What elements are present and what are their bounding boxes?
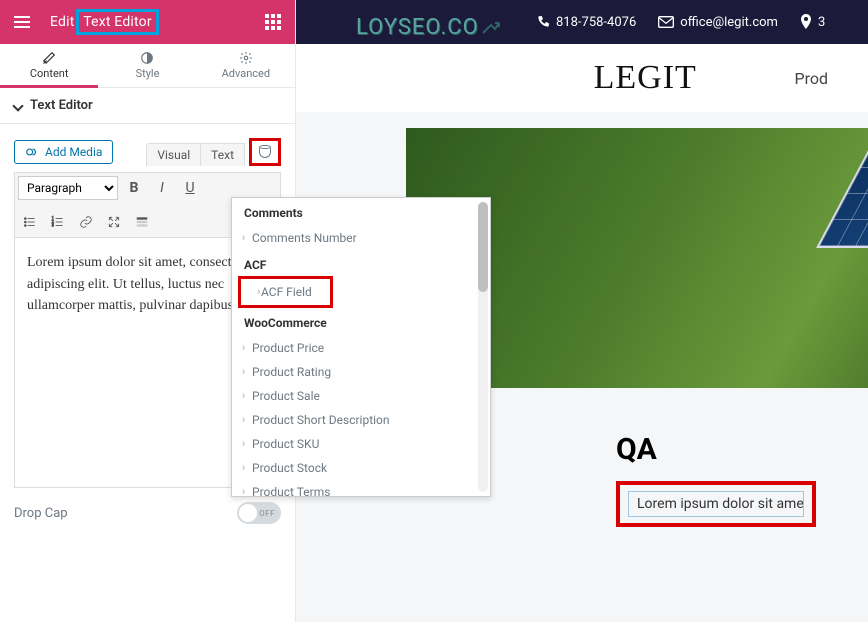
dyn-item-acf-field[interactable]: ACF Field — [247, 282, 320, 302]
preview-logo[interactable]: LEGIT — [594, 59, 697, 97]
dyn-item-product-terms[interactable]: Product Terms — [232, 480, 490, 497]
topbar-address[interactable]: 3 — [800, 14, 825, 30]
contrast-icon — [140, 51, 154, 65]
database-icon — [259, 145, 271, 159]
pencil-icon — [42, 51, 56, 65]
italic-button[interactable]: I — [150, 176, 174, 200]
toolbar-toggle-button[interactable] — [130, 210, 154, 234]
dyn-cat-woocommerce: WooCommerce — [232, 308, 490, 336]
header-title: Edit Text Editor — [44, 9, 165, 35]
editor-mode-tabs: Visual Text — [146, 138, 281, 166]
header-title-main: Text Editor — [76, 9, 159, 35]
header-title-prefix: Edit — [50, 14, 75, 30]
dyn-item-product-stock[interactable]: Product Stock — [232, 456, 490, 480]
dyn-item-product-short-desc[interactable]: Product Short Description — [232, 408, 490, 432]
qa-section: QA Lorem ipsum dolor sit amet, consect — [616, 432, 816, 527]
tab-advanced[interactable]: Advanced — [197, 44, 295, 87]
apps-button[interactable] — [251, 14, 295, 30]
dynamic-tags-menu: Comments Comments Number ACF ACF Field W… — [231, 197, 491, 497]
link-button[interactable] — [74, 210, 98, 234]
apps-icon — [265, 14, 281, 30]
dropcap-toggle[interactable]: OFF — [237, 502, 281, 524]
qa-highlight-box: Lorem ipsum dolor sit amet, consect — [616, 481, 816, 527]
underline-button[interactable]: U — [178, 176, 202, 200]
svg-text:3: 3 — [52, 223, 55, 228]
tab-advanced-label: Advanced — [222, 67, 270, 80]
watermark-arrow-icon — [481, 19, 501, 37]
location-icon — [800, 14, 812, 30]
dyn-item-product-price[interactable]: Product Price — [232, 336, 490, 360]
section-toggle[interactable]: Text Editor — [0, 88, 295, 124]
tab-style-label: Style — [136, 67, 160, 80]
topbar-email[interactable]: office@legit.com — [658, 15, 778, 30]
menu-icon[interactable] — [0, 16, 44, 28]
qa-heading: QA — [616, 432, 816, 467]
topbar-phone-text: 818-758-4076 — [556, 15, 636, 30]
toggle-knob — [239, 504, 257, 522]
topbar-phone[interactable]: 818-758-4076 — [536, 15, 636, 30]
mode-tab-visual[interactable]: Visual — [146, 143, 201, 166]
tab-style[interactable]: Style — [98, 44, 196, 87]
fullscreen-button[interactable] — [102, 210, 126, 234]
preview-nav-item[interactable]: Prod — [794, 69, 828, 88]
topbar-address-text: 3 — [818, 15, 825, 30]
dyn-item-product-sku[interactable]: Product SKU — [232, 432, 490, 456]
gear-icon — [239, 51, 253, 65]
preview-nav: Prod — [794, 69, 828, 88]
bulleted-list-button[interactable] — [18, 210, 42, 234]
dyn-item-product-sale[interactable]: Product Sale — [232, 384, 490, 408]
qa-text-editor-widget[interactable]: Lorem ipsum dolor sit amet, consect — [628, 491, 804, 517]
mode-tab-text[interactable]: Text — [201, 143, 245, 166]
chevron-down-icon — [12, 100, 23, 111]
editor-tabs: Content Style Advanced — [0, 44, 295, 88]
editor-toolbar-row: Add Media Visual Text — [14, 138, 281, 166]
format-select[interactable]: Paragraph — [18, 176, 118, 200]
dyn-item-product-rating[interactable]: Product Rating — [232, 360, 490, 384]
tab-content[interactable]: Content — [0, 44, 98, 87]
editor-header: Edit Text Editor — [0, 0, 295, 44]
watermark-text: LOYSEO.CO — [356, 15, 479, 40]
numbered-list-button[interactable]: 123 — [46, 210, 70, 234]
add-media-label: Add Media — [45, 145, 102, 159]
dynamic-tags-button[interactable] — [249, 138, 281, 166]
dyn-item-comments-number[interactable]: Comments Number — [232, 226, 490, 250]
dyn-cat-acf: ACF — [232, 250, 490, 278]
email-icon — [658, 16, 674, 28]
tab-content-label: Content — [30, 67, 69, 80]
hamburger-icon — [14, 16, 30, 28]
bold-button[interactable]: B — [122, 176, 146, 200]
dropcap-state: OFF — [259, 509, 275, 518]
dropcap-label: Drop Cap — [14, 506, 68, 521]
topbar-email-text: office@legit.com — [680, 15, 778, 30]
media-icon — [25, 145, 39, 159]
dyn-cat-comments: Comments — [232, 198, 490, 226]
preview-brand-bar: LEGIT Prod — [296, 44, 868, 112]
section-title: Text Editor — [30, 98, 93, 113]
watermark-overlay: LOYSEO.CO — [356, 15, 503, 40]
editor-sidebar: Edit Text Editor Content Style Advanced … — [0, 0, 296, 622]
add-media-button[interactable]: Add Media — [14, 140, 113, 164]
phone-icon — [536, 15, 550, 29]
